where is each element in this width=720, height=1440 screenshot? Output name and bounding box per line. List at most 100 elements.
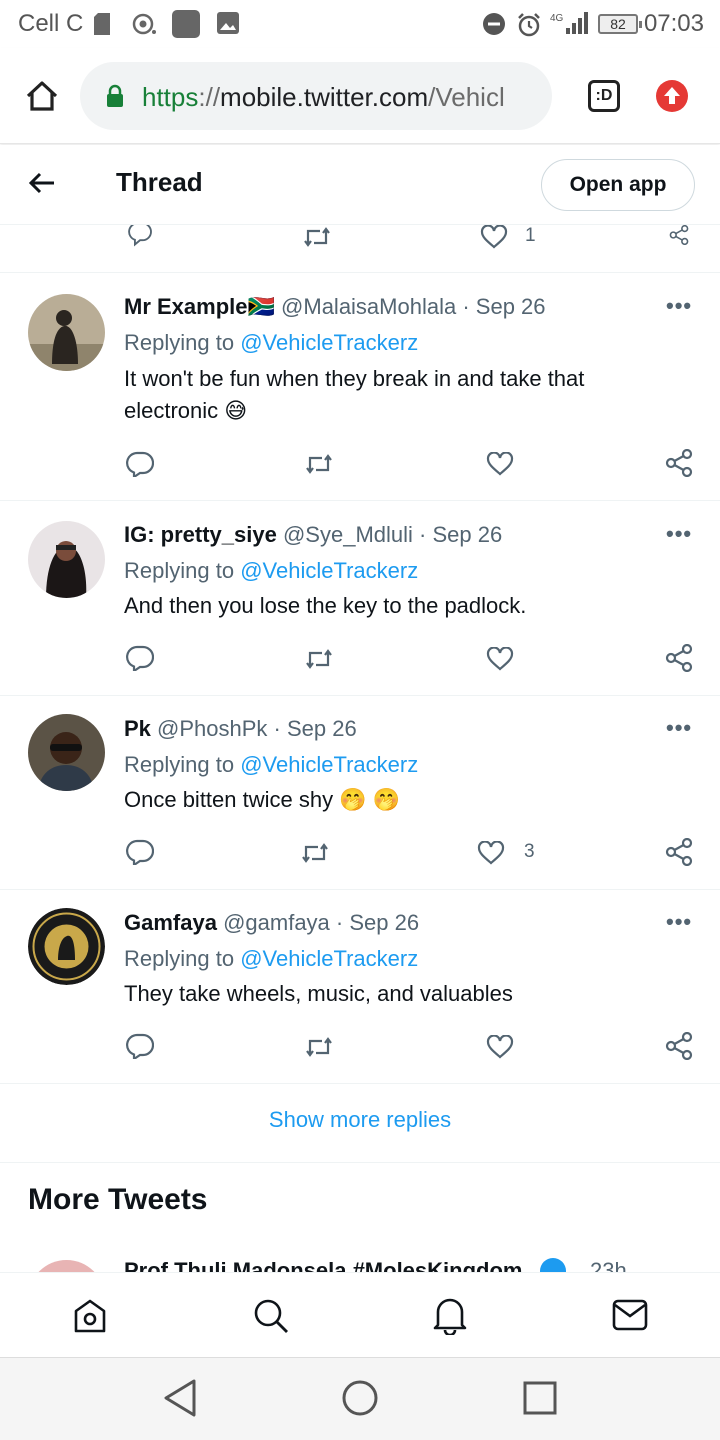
author-name[interactable]: Prof Thuli Madonsela #MolesKingdom <box>124 1258 544 1272</box>
sd-card-icon <box>92 12 112 41</box>
retweet-icon[interactable] <box>300 843 330 863</box>
tweet-header: IG: pretty_siye @Sye_Mdluli · Sep 26 <box>124 522 503 547</box>
more-options-icon[interactable]: ••• <box>666 293 692 319</box>
tweet-text: And then you lose the key to the padlock… <box>124 593 527 618</box>
replying-to: Replying to @VehicleTrackerz <box>124 558 419 583</box>
lock-icon <box>106 84 124 113</box>
show-more-replies-link[interactable]: Show more replies <box>0 1083 720 1163</box>
browser-toolbar: https://mobile.twitter.com/Vehicl :D <box>0 48 720 144</box>
replying-to: Replying to @VehicleTrackerz <box>124 752 419 777</box>
reply-handle-link[interactable]: @VehicleTrackerz <box>240 946 418 971</box>
more-tweets-heading: More Tweets <box>28 1183 208 1216</box>
retweet-icon[interactable] <box>304 454 334 474</box>
share-icon[interactable] <box>665 838 693 866</box>
status-bar: Cell C 4G 82 07:03 <box>0 0 720 48</box>
tweet-text: It won't be fun when they break in and t… <box>124 366 585 423</box>
heart-icon[interactable] <box>486 647 514 671</box>
replying-to: Replying to @VehicleTrackerz <box>124 330 419 355</box>
avatar[interactable] <box>28 1260 105 1272</box>
verified-badge-icon <box>540 1258 566 1272</box>
avatar[interactable] <box>28 908 105 985</box>
speech-bubble-icon[interactable] <box>126 225 154 247</box>
tweet-card[interactable]: Pk @PhoshPk · Sep 26 ••• Replying to @Ve… <box>0 696 720 890</box>
replying-to: Replying to @VehicleTrackerz <box>124 946 419 971</box>
avatar[interactable] <box>28 714 105 791</box>
author-handle[interactable]: @gamfaya <box>223 910 330 935</box>
heart-icon[interactable] <box>477 841 505 865</box>
share-icon[interactable] <box>665 225 693 245</box>
retweet-icon[interactable] <box>304 1037 334 1057</box>
tweet-date[interactable]: Sep 26 <box>287 716 357 741</box>
author-handle[interactable]: @Sye_Mdluli <box>283 522 413 547</box>
home-icon[interactable] <box>72 1297 108 1340</box>
reply-handle-link[interactable]: @VehicleTrackerz <box>240 752 418 777</box>
more-options-icon[interactable]: ••• <box>666 521 692 547</box>
share-icon[interactable] <box>665 449 693 477</box>
reply-handle-link[interactable]: @VehicleTrackerz <box>240 558 418 583</box>
update-arrow-icon[interactable] <box>656 80 688 117</box>
like-count: 1 <box>525 225 536 246</box>
speech-bubble-icon[interactable] <box>126 839 154 865</box>
previous-tweet-actions: 1 <box>0 225 720 273</box>
back-arrow-icon[interactable] <box>28 171 56 200</box>
author-name[interactable]: IG: pretty_siye <box>124 522 277 547</box>
heart-icon[interactable] <box>486 452 514 476</box>
home-circle-icon[interactable] <box>341 1379 379 1422</box>
speech-bubble-icon[interactable] <box>126 645 154 671</box>
house-icon[interactable] <box>24 78 60 119</box>
tweet-header: Mr Example🇿🇦 @MalaisaMohlala · Sep 26 <box>124 294 546 319</box>
search-icon[interactable] <box>252 1297 290 1340</box>
open-app-button[interactable]: Open app <box>541 159 695 211</box>
tweet-date[interactable]: Sep 26 <box>349 910 419 935</box>
author-name[interactable]: Pk <box>124 716 151 741</box>
tweet-card[interactable]: IG: pretty_siye @Sye_Mdluli · Sep 26 •••… <box>0 501 720 696</box>
author-handle[interactable]: @MalaisaMohlala <box>281 294 456 319</box>
avatar[interactable] <box>28 521 105 598</box>
avatar[interactable] <box>28 294 105 371</box>
heart-icon[interactable] <box>480 225 508 249</box>
author-name[interactable]: Gamfaya <box>124 910 217 935</box>
back-triangle-icon[interactable] <box>162 1378 198 1423</box>
tweet-date: 23h <box>590 1258 627 1272</box>
retweet-icon[interactable] <box>302 227 332 247</box>
peek-tweet[interactable]: Prof Thuli Madonsela #MolesKingdom 23h <box>0 1258 720 1272</box>
hotspot-icon <box>132 12 158 41</box>
tweet-date[interactable]: Sep 26 <box>432 522 502 547</box>
share-icon[interactable] <box>665 1032 693 1060</box>
alarm-icon <box>516 12 542 43</box>
speech-bubble-icon[interactable] <box>126 451 154 477</box>
page-title: Thread <box>116 167 203 197</box>
flag-emoji: 🇿🇦 <box>247 294 275 319</box>
tweet-header: Pk @PhoshPk · Sep 26 <box>124 716 357 741</box>
gallery-icon <box>216 11 240 40</box>
do-not-disturb-icon <box>482 12 506 41</box>
tweet-card[interactable]: Mr Example🇿🇦 @MalaisaMohlala · Sep 26 ••… <box>0 273 720 501</box>
retweet-icon[interactable] <box>304 649 334 669</box>
address-bar[interactable]: https://mobile.twitter.com/Vehicl <box>80 62 552 130</box>
url-text: https://mobile.twitter.com/Vehicl <box>142 82 505 112</box>
author-handle[interactable]: @PhoshPk <box>157 716 267 741</box>
bell-icon[interactable] <box>432 1295 468 1340</box>
recents-square-icon[interactable] <box>522 1380 558 1421</box>
tweet-card[interactable]: Gamfaya @gamfaya · Sep 26 ••• Replying t… <box>0 890 720 1084</box>
speech-bubble-icon[interactable] <box>126 1033 154 1059</box>
more-options-icon[interactable]: ••• <box>666 715 692 741</box>
clock: 07:03 <box>643 10 704 37</box>
reply-handle-link[interactable]: @VehicleTrackerz <box>240 330 418 355</box>
tweet-date[interactable]: Sep 26 <box>476 294 546 319</box>
heart-icon[interactable] <box>486 1035 514 1059</box>
tweet-text: They take wheels, music, and valuables <box>124 981 513 1006</box>
envelope-icon[interactable] <box>612 1299 648 1336</box>
battery-indicator: 82 <box>598 14 642 34</box>
bottom-navigation <box>0 1272 720 1358</box>
signal-4g-icon: 4G <box>550 10 590 41</box>
share-icon[interactable] <box>665 644 693 672</box>
author-name[interactable]: Mr Example <box>124 294 248 319</box>
thread-header: Thread Open app <box>0 145 720 225</box>
carrier-label: Cell C <box>18 10 84 37</box>
tweet-text: Once bitten twice shy 🤭 🤭 <box>124 787 401 812</box>
more-options-icon[interactable]: ••• <box>666 909 692 935</box>
app-notification-icon <box>172 10 200 43</box>
like-count: 3 <box>524 841 535 862</box>
tab-switcher-button[interactable]: :D <box>588 80 620 112</box>
